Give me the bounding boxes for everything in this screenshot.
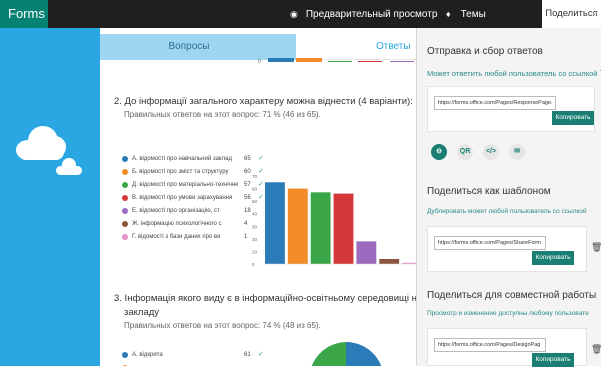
prev-bar [268,58,294,62]
bar-Б[interactable] [287,188,308,264]
collaborate-url-field[interactable]: https://forms.office.com/Pages/DesignPag [434,338,546,352]
question-3-pie-chart [311,342,382,366]
legend-color-swatch [122,208,128,214]
eye-icon: ◉ [290,9,298,19]
legend-count: 61 [244,352,251,358]
template-url-field[interactable]: https://forms.office.com/Pages/ShareForm [434,236,546,250]
collaborate-heading: Поделиться для совместной работы [427,290,597,301]
bar-А[interactable] [265,182,285,264]
y-tick-label: 20 [252,237,258,242]
copy-collaborate-link-button[interactable]: Копировать [532,353,574,367]
qr-icon[interactable]: QR [457,144,473,160]
forms-logo[interactable]: Forms [0,0,48,28]
legend-label: Б. відомості про зміст та структуру [132,169,229,175]
copy-template-link-button[interactable]: Копировать [532,251,574,265]
top-bar: Forms ◉ Предварительный просмотр ♦ Темы [0,0,601,28]
response-url-field[interactable]: https://forms.office.com/Pages/ResponseP… [434,96,556,110]
preview-button[interactable]: ◉ Предварительный просмотр [290,0,437,28]
brush-icon: ♦ [446,9,451,19]
share-panel: Отправка и сбор ответов Может ответить л… [416,28,601,367]
pie-slice-blue [346,342,382,366]
copy-response-link-button[interactable]: Копировать [552,111,594,125]
template-permission-link[interactable]: Дублировать может любой пользователь со … [427,208,587,215]
legend-label: Е. відомості про організацію, ст [132,208,220,214]
y-tick-label: 0 [252,262,255,267]
themes-label: Темы [460,9,486,20]
question-2-correct: Правильных ответов на этот вопрос: 71 % … [124,110,321,119]
y-tick-label: 30 [252,224,258,229]
legend-color-swatch [122,156,128,162]
question-3-correct: Правильных ответов на этот вопрос: 74 % … [124,321,321,330]
bar-В[interactable] [333,193,354,264]
y-tick-label: 40 [252,212,258,217]
response-link-box: https://forms.office.com/Pages/ResponseP… [427,86,595,132]
legend-label: Д. відомості про матеріально-технічне [132,182,239,188]
response-permission-dropdown[interactable]: Может ответить любой пользователь со ссы… [427,68,601,79]
legend-label: В. відомості про умови зарахування [132,195,233,201]
legend-label: А. відкрита [132,352,163,358]
legend-label: Ж. інформацію психологічного с [132,221,222,227]
collaborate-permission-link[interactable]: Просмотр и изменение доступны любому пол… [427,310,589,317]
y-tick-label: 60 [252,187,258,192]
legend-color-swatch [122,221,128,227]
correct-check-icon: ✓ [258,351,264,358]
template-link-box: https://forms.office.com/Pages/ShareForm… [427,226,587,272]
prev-bar [296,58,322,62]
legend-label: Г. відомості з бази даних про ви [132,234,221,240]
legend-color-swatch [122,195,128,201]
embed-icon[interactable]: </> [483,144,499,160]
question-2-bar-chart: 70 60 50 40 30 20 10 0 [252,174,416,267]
correct-check-icon: ✓ [258,155,264,162]
prev-bar [358,61,382,62]
y-tick-label: 50 [252,199,258,204]
share-nav-button[interactable]: Поделиться [542,0,601,28]
pie-slice-green [311,342,346,366]
themes-button[interactable]: ♦ Темы [446,0,486,28]
collaborate-link-box: https://forms.office.com/Pages/DesignPag… [427,328,587,367]
legend-label: А. відомості про навчальний заклад [132,156,232,162]
legend-count: 65 [244,156,251,162]
tab-bar: Вопросы Ответы [100,34,416,60]
question-3-title: 3. Інформація якого виду є в інформаційн… [114,293,416,304]
more-options-button[interactable]: ••• [594,0,601,28]
bar-Е[interactable] [356,241,377,264]
tab-responses[interactable]: Ответы [296,34,416,60]
more-icon: ••• [594,9,601,18]
link-icon[interactable]: ⊖ [431,144,447,160]
question-3-title-cont: закладу [124,307,160,318]
prev-zero-tick: 0 [258,59,261,65]
legend-color-swatch [122,234,128,240]
delete-template-link-icon[interactable]: 🗑 [591,242,601,253]
preview-label: Предварительный просмотр [305,9,438,20]
email-icon[interactable]: ✉ [509,144,525,160]
prev-bar [328,61,352,62]
prev-bar [390,61,414,62]
legend-color-swatch [122,352,128,358]
send-collect-heading: Отправка и сбор ответов [427,46,543,57]
share-label: Поделиться [545,8,598,19]
bar-Д[interactable] [310,192,331,264]
template-heading: Поделиться как шаблоном [427,186,551,197]
y-tick-label: 70 [252,174,258,179]
question-2-title: 2. До інформації загального характеру мо… [114,96,413,107]
legend-color-swatch [122,169,128,175]
delete-collaborate-link-icon[interactable]: 🗑 [591,344,601,355]
y-tick-label: 10 [252,249,258,254]
responses-content: Вопросы Ответы 0 2. До інформації загаль… [100,28,416,366]
theme-side-pane [0,28,100,366]
legend-color-swatch [122,182,128,188]
bar-Ж[interactable] [379,258,400,264]
tab-questions[interactable]: Вопросы [100,34,296,60]
